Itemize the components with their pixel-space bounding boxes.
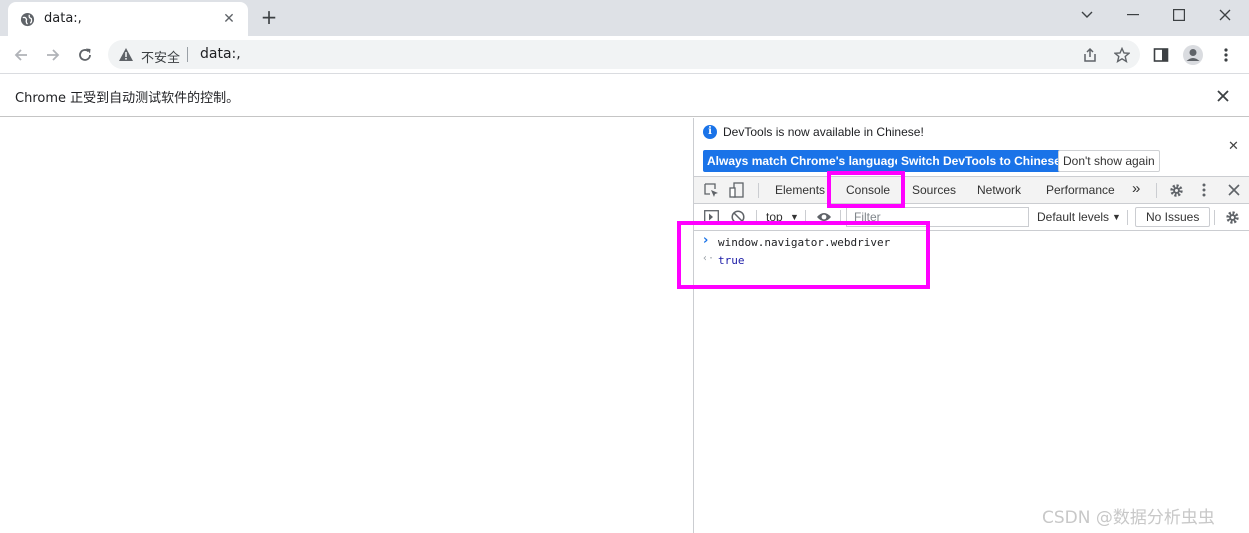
share-icon[interactable]: [1079, 44, 1101, 66]
tab-strip: data:, ✕ +: [0, 0, 1249, 36]
dont-show-again-button[interactable]: Don't show again: [1058, 150, 1160, 172]
warning-icon[interactable]: [118, 47, 134, 66]
tab-close-icon[interactable]: ✕: [220, 10, 238, 28]
security-label[interactable]: 不安全: [141, 47, 180, 66]
globe-icon: [20, 12, 35, 31]
infobar-close-icon[interactable]: [1214, 87, 1232, 105]
new-tab-button[interactable]: +: [258, 6, 280, 28]
bookmark-star-icon[interactable]: [1111, 44, 1133, 66]
device-toolbar-icon[interactable]: [729, 182, 745, 198]
watermark: CSDN @数据分析虫虫: [1042, 508, 1215, 528]
tab-title: data:,: [44, 11, 82, 26]
forward-arrow-icon[interactable]: [42, 44, 64, 66]
devtools-panel: i DevTools is now available in Chinese! …: [693, 118, 1249, 533]
console-tab-highlight: [827, 171, 905, 208]
devtools-menu-icon[interactable]: [1196, 182, 1212, 198]
devtools-tab-bar: Elements Console Sources Network Perform…: [694, 176, 1249, 204]
match-language-button[interactable]: Always match Chrome's language: [703, 150, 906, 172]
console-output-highlight: [677, 221, 930, 289]
log-levels-dropdown[interactable]: Default levels: [1037, 210, 1109, 224]
tab-sources[interactable]: Sources: [912, 183, 956, 197]
info-icon: i: [703, 125, 717, 139]
window-close-icon[interactable]: [1202, 0, 1248, 30]
devtools-close-icon[interactable]: [1226, 182, 1242, 198]
side-panel-icon[interactable]: [1150, 44, 1172, 66]
devtools-info-message: DevTools is now available in Chinese!: [723, 125, 924, 139]
issues-button[interactable]: No Issues: [1135, 207, 1211, 227]
levels-dropdown-icon[interactable]: ▼: [1112, 212, 1121, 222]
console-settings-gear-icon[interactable]: [1224, 209, 1240, 225]
url-text[interactable]: data:,: [200, 46, 241, 62]
settings-gear-icon[interactable]: [1168, 182, 1184, 198]
browser-tab[interactable]: data:, ✕: [8, 2, 248, 36]
omnibox-divider: [187, 47, 188, 62]
toolbar-divider: [758, 183, 759, 198]
tab-network[interactable]: Network: [977, 183, 1021, 197]
toolbar-divider: [1127, 210, 1128, 225]
more-tabs-icon[interactable]: »: [1132, 180, 1140, 197]
toolbar-divider: [1214, 210, 1215, 225]
tab-search-icon[interactable]: [1064, 0, 1110, 30]
minimize-icon[interactable]: [1110, 0, 1156, 30]
address-bar[interactable]: 不安全 data:,: [108, 40, 1140, 69]
tab-performance[interactable]: Performance: [1046, 183, 1115, 197]
maximize-icon[interactable]: [1156, 0, 1202, 30]
devtools-info-close-icon[interactable]: ✕: [1228, 138, 1239, 154]
tab-elements[interactable]: Elements: [775, 183, 825, 197]
page-content[interactable]: [0, 118, 693, 533]
reload-icon[interactable]: [74, 44, 96, 66]
back-arrow-icon[interactable]: [10, 44, 32, 66]
automation-infobar: Chrome 正受到自动测试软件的控制。: [0, 73, 1249, 117]
toolbar-divider: [1156, 183, 1157, 198]
devtools-language-infobar: i DevTools is now available in Chinese! …: [694, 118, 1249, 176]
infobar-message: Chrome 正受到自动测试软件的控制。: [15, 91, 240, 106]
profile-avatar-icon[interactable]: [1182, 44, 1204, 66]
browser-toolbar: 不安全 data:,: [0, 36, 1249, 73]
kebab-menu-icon[interactable]: [1215, 44, 1237, 66]
inspect-element-icon[interactable]: [703, 182, 719, 198]
switch-chinese-button[interactable]: Switch DevTools to Chinese: [897, 150, 1065, 172]
